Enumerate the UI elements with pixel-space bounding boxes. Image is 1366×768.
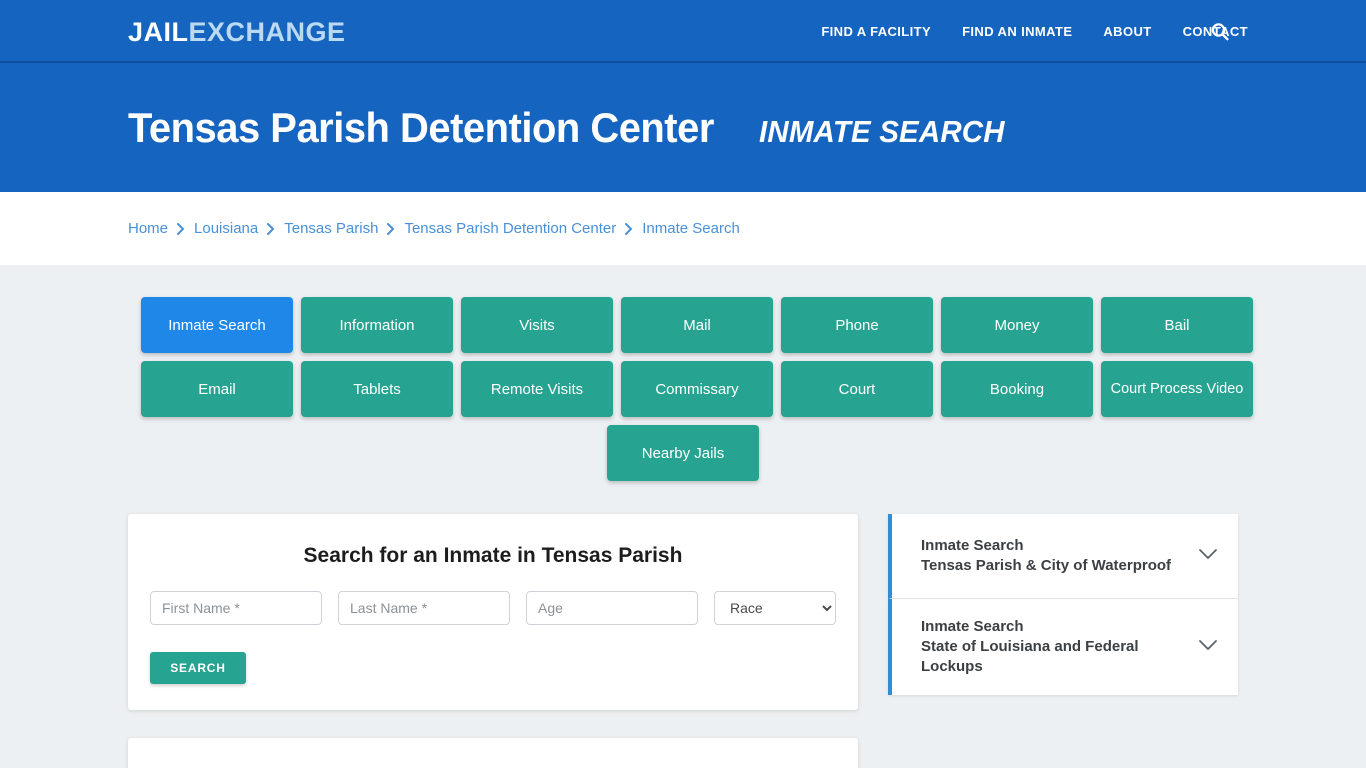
age-input[interactable] [526,591,698,625]
accordion-item-line1: Inmate Search [921,618,1024,635]
logo-text-secondary: EXCHANGE [188,17,346,47]
accordion-item-line2: Tensas Parish & City of Waterproof [921,557,1172,574]
tab-remote-visits[interactable]: Remote Visits [461,361,613,417]
left-column: Search for an Inmate in Tensas Parish Ra… [128,514,858,768]
tab-email[interactable]: Email [141,361,293,417]
accordion-item-line1: Inmate Search [921,537,1024,554]
breadcrumb-item-tensas-parish[interactable]: Tensas Parish [284,220,378,237]
chevron-right-icon [387,222,395,235]
tab-court-process-video[interactable]: Court Process Video [1101,361,1253,417]
tab-inmate-search[interactable]: Inmate Search [141,297,293,353]
page-subtitle: INMATE SEARCH [758,113,1005,149]
inmate-search-accordion: Inmate Search Tensas Parish & City of Wa… [888,514,1238,695]
inmate-search-card: Search for an Inmate in Tensas Parish Ra… [128,514,858,710]
breadcrumb-bar: Home Louisiana Tensas Parish Tensas Pari… [0,192,1366,265]
breadcrumb-item-inmate-search[interactable]: Inmate Search [642,220,740,237]
right-column: Inmate Search Tensas Parish & City of Wa… [888,514,1238,695]
tab-row-2: Email Tablets Remote Visits Commissary C… [141,361,1253,417]
nav-item-find-a-facility[interactable]: FIND A FACILITY [821,24,931,39]
chevron-down-icon[interactable] [1198,547,1218,565]
page-hero: Tensas Parish Detention Center INMATE SE… [0,63,1366,192]
nav-item-about[interactable]: ABOUT [1103,24,1151,39]
tab-visits[interactable]: Visits [461,297,613,353]
main-columns: Search for an Inmate in Tensas Parish Ra… [128,514,1238,768]
logo-text-primary: JAIL [128,17,189,47]
last-name-input[interactable] [338,591,510,625]
tab-mail[interactable]: Mail [621,297,773,353]
tab-booking[interactable]: Booking [941,361,1093,417]
search-form-row: Race [150,591,836,625]
tab-tablets[interactable]: Tablets [301,361,453,417]
accordion-item-line2: State of Louisiana and Federal Lockups [921,638,1139,675]
tab-bail[interactable]: Bail [1101,297,1253,353]
tab-money[interactable]: Money [941,297,1093,353]
accordion-item-label: Inmate Search Tensas Parish & City of Wa… [921,536,1171,576]
facility-tabs: Inmate Search Information Visits Mail Ph… [133,297,1253,481]
tab-nearby-jails[interactable]: Nearby Jails [607,425,759,481]
tab-information[interactable]: Information [301,297,453,353]
first-name-input[interactable] [150,591,322,625]
nav-item-find-an-inmate[interactable]: FIND AN INMATE [962,24,1072,39]
site-header: JAILEXCHANGE FIND A FACILITY FIND AN INM… [0,0,1366,63]
tab-phone[interactable]: Phone [781,297,933,353]
chevron-right-icon [625,222,633,235]
chevron-right-icon [267,222,275,235]
tab-court[interactable]: Court [781,361,933,417]
search-icon[interactable] [1209,21,1231,43]
chevron-right-icon [177,222,185,235]
site-logo[interactable]: JAILEXCHANGE [128,17,346,47]
race-select[interactable]: Race [714,591,836,625]
accordion-item-label: Inmate Search State of Louisiana and Fed… [921,617,1176,677]
search-button[interactable]: SEARCH [150,652,246,684]
tab-commissary[interactable]: Commissary [621,361,773,417]
breadcrumb-item-home[interactable]: Home [128,220,168,237]
search-heading: Search for an Inmate in Tensas Parish [303,544,683,567]
results-card [128,738,858,768]
page-title: Tensas Parish Detention Center [128,103,714,151]
main-navigation: FIND A FACILITY FIND AN INMATE ABOUT CON… [821,0,1248,63]
tab-row-1: Inmate Search Information Visits Mail Ph… [141,297,1253,353]
accordion-item-state-louisiana[interactable]: Inmate Search State of Louisiana and Fed… [888,599,1238,695]
accordion-item-tensas-parish[interactable]: Inmate Search Tensas Parish & City of Wa… [888,514,1238,599]
tab-row-3: Nearby Jails [141,425,1225,481]
page-content: Inmate Search Information Visits Mail Ph… [0,265,1366,768]
chevron-down-icon[interactable] [1198,638,1218,656]
breadcrumb: Home Louisiana Tensas Parish Tensas Pari… [128,220,740,237]
breadcrumb-item-louisiana[interactable]: Louisiana [194,220,258,237]
breadcrumb-item-detention-center[interactable]: Tensas Parish Detention Center [404,220,616,237]
